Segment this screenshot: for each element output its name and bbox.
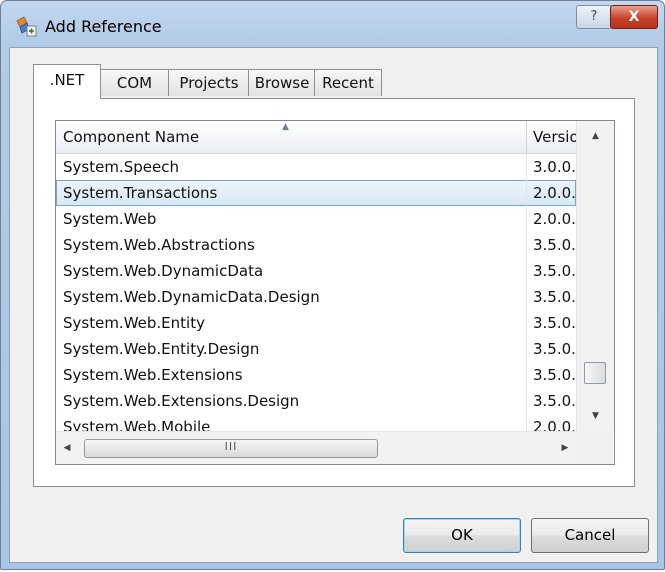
row-divider <box>526 154 527 180</box>
row-divider <box>526 310 527 336</box>
row-divider <box>526 258 527 284</box>
row-component-name: System.Web <box>63 210 157 228</box>
tab-recent-label: Recent <box>322 74 374 92</box>
scroll-down-arrow-icon[interactable]: ▼ <box>577 401 614 431</box>
list-row[interactable]: System.Web.Abstractions 3.5.0.0 <box>56 232 585 258</box>
window-title: Add Reference <box>45 17 162 36</box>
row-component-name: System.Web.Extensions <box>63 366 243 384</box>
row-divider <box>526 362 527 388</box>
tab-panel-dotnet: ▲ Component Name Version System.Speech 3… <box>33 98 635 487</box>
row-component-name: System.Web.Extensions.Design <box>63 392 300 410</box>
row-component-name: System.Web.Abstractions <box>63 236 255 254</box>
tab-browse-label: Browse <box>254 74 310 92</box>
close-icon: X <box>628 9 640 25</box>
list-rows: System.Speech 3.0.0.0 System.Transaction… <box>56 154 585 440</box>
row-divider <box>526 336 527 362</box>
tab-recent[interactable]: Recent <box>314 69 382 96</box>
row-component-name: System.Web.DynamicData.Design <box>63 288 320 306</box>
scroll-thumb-grip-icon: III <box>224 440 238 453</box>
scroll-left-arrow-icon[interactable]: ◀ <box>56 432 78 464</box>
add-reference-app-icon <box>16 16 37 37</box>
horizontal-scroll-thumb[interactable]: III <box>84 439 378 458</box>
scroll-right-arrow-icon[interactable]: ▶ <box>554 432 576 464</box>
row-component-name: System.Web.Entity.Design <box>63 340 260 358</box>
row-component-name: System.Web.DynamicData <box>63 262 264 280</box>
vertical-scroll-thumb[interactable] <box>584 362 606 384</box>
list-row-selected[interactable]: System.Transactions 2.0.0.0 <box>56 180 585 206</box>
list-row[interactable]: System.Web.Extensions.Design 3.5.0.0 <box>56 388 585 414</box>
row-divider <box>526 232 527 258</box>
tab-com-label: COM <box>116 74 153 92</box>
row-component-name: System.Web.Entity <box>63 314 205 332</box>
title-bar[interactable]: Add Reference ? X <box>1 1 664 47</box>
tab-dotnet[interactable]: .NET <box>33 64 101 99</box>
tab-projects-label: Projects <box>179 74 239 92</box>
list-row[interactable]: System.Speech 3.0.0.0 <box>56 154 585 180</box>
tab-browse[interactable]: Browse <box>248 69 316 96</box>
cancel-button[interactable]: Cancel <box>531 518 649 553</box>
help-icon: ? <box>590 9 598 24</box>
component-list[interactable]: ▲ Component Name Version System.Speech 3… <box>55 120 615 465</box>
scroll-up-arrow-icon[interactable]: ▲ <box>577 121 614 151</box>
column-header-component-name[interactable]: Component Name <box>63 128 199 146</box>
tab-projects[interactable]: Projects <box>168 69 250 96</box>
list-row[interactable]: System.Web.Entity 3.5.0.0 <box>56 310 585 336</box>
row-divider <box>526 180 527 206</box>
scrollbar-corner <box>576 431 613 464</box>
row-divider <box>526 206 527 232</box>
ok-button-label: OK <box>451 526 473 544</box>
horizontal-scrollbar[interactable]: ◀ III ▶ <box>56 431 576 464</box>
ok-button[interactable]: OK <box>403 518 521 553</box>
sort-ascending-icon: ▲ <box>282 122 289 132</box>
dialog-body: .NET COM Projects Browse Recent ▲ Compon… <box>9 47 658 563</box>
row-divider <box>526 284 527 310</box>
close-button[interactable]: X <box>610 5 658 29</box>
tab-com[interactable]: COM <box>99 69 170 96</box>
list-row[interactable]: System.Web 2.0.0.0 <box>56 206 585 232</box>
row-divider <box>526 388 527 414</box>
vertical-scrollbar[interactable]: ▲ ▼ <box>576 121 614 431</box>
list-row[interactable]: System.Web.Entity.Design 3.5.0.0 <box>56 336 585 362</box>
row-component-name: System.Speech <box>63 158 179 176</box>
tab-dotnet-label: .NET <box>49 71 85 89</box>
cancel-button-label: Cancel <box>564 526 616 544</box>
help-button[interactable]: ? <box>576 5 612 29</box>
add-reference-dialog: Add Reference ? X .NET COM Projects Brow… <box>0 0 665 570</box>
row-component-name: System.Transactions <box>63 184 218 202</box>
column-divider[interactable] <box>526 121 527 153</box>
list-row[interactable]: System.Web.DynamicData.Design 3.5.0.0 <box>56 284 585 310</box>
list-header: ▲ Component Name Version <box>56 121 588 154</box>
list-row[interactable]: System.Web.DynamicData 3.5.0.0 <box>56 258 585 284</box>
list-row[interactable]: System.Web.Extensions 3.5.0.0 <box>56 362 585 388</box>
